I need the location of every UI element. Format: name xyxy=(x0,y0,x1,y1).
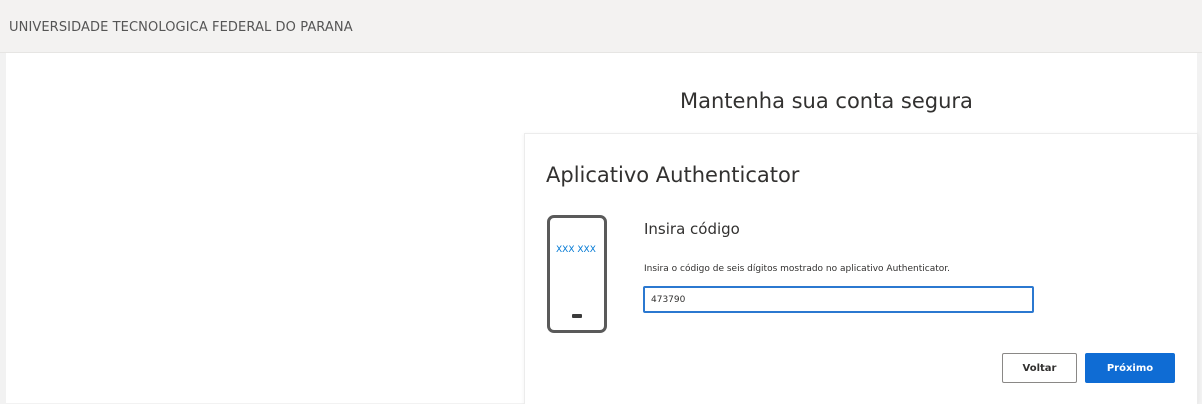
instructions-text: Insira o código de seis dígitos mostrado… xyxy=(644,264,951,274)
section-title: Insira código xyxy=(644,220,740,238)
organization-name: UNIVERSIDADE TECNOLOGICA FEDERAL DO PARA… xyxy=(9,20,353,35)
back-button[interactable]: Voltar xyxy=(1002,353,1077,383)
next-button[interactable]: Próximo xyxy=(1085,353,1175,383)
authenticator-card: Aplicativo Authenticator XXX XXX Insira … xyxy=(524,133,1198,404)
phone-code-placeholder: XXX XXX xyxy=(556,245,596,255)
phone-home-button-icon xyxy=(572,314,582,318)
card-title: Aplicativo Authenticator xyxy=(546,163,800,187)
page-title: Mantenha sua conta segura xyxy=(680,89,973,113)
code-input[interactable] xyxy=(643,286,1034,313)
smartphone-icon: XXX XXX xyxy=(547,215,607,333)
top-bar: UNIVERSIDADE TECNOLOGICA FEDERAL DO PARA… xyxy=(0,0,1202,53)
